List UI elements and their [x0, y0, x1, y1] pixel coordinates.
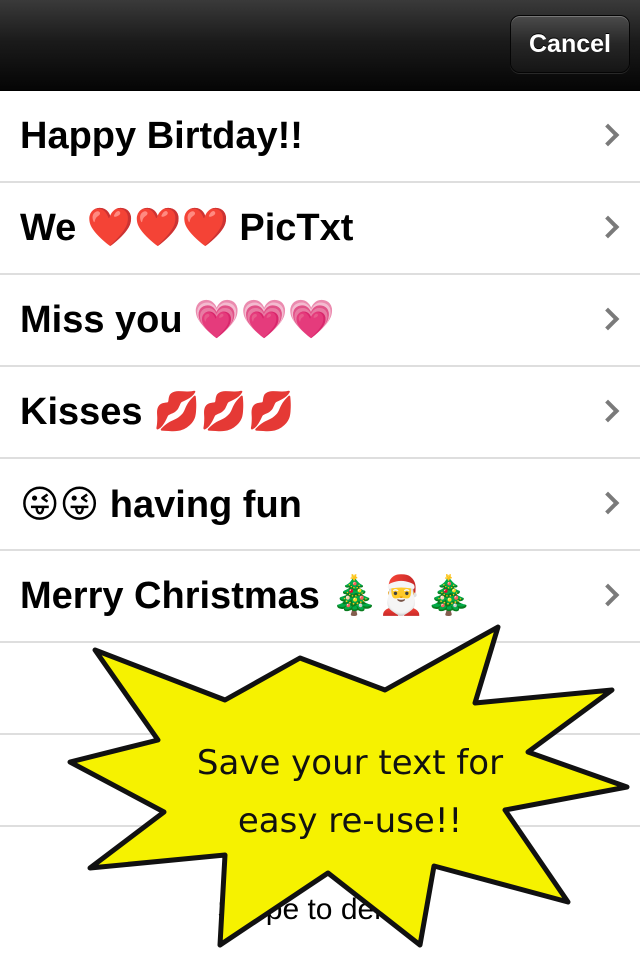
- list-item-label: Happy Birtday!!: [20, 114, 303, 157]
- list-item-label: Miss you 💗💗💗: [20, 299, 336, 341]
- list-item[interactable]: 😜😜 having fun: [0, 459, 640, 551]
- chevron-right-icon: [596, 215, 620, 239]
- callout-line: Save your text for: [196, 743, 504, 783]
- navigation-bar: Cancel: [0, 0, 640, 91]
- list-item-label: 😜😜 having fun: [20, 483, 302, 526]
- list-item-label: Merry Christmas 🎄🎅🎄: [20, 575, 473, 617]
- list-item[interactable]: Kisses 💋💋💋: [0, 367, 640, 459]
- chevron-right-icon: [596, 491, 620, 515]
- chevron-right-icon: [596, 583, 620, 607]
- callout-line: easy re-use!!: [237, 801, 463, 841]
- list-item-label: We ❤️❤️❤️ PicTxt: [20, 207, 354, 249]
- chevron-right-icon: [596, 123, 620, 147]
- cancel-button[interactable]: Cancel: [510, 15, 630, 73]
- chevron-right-icon: [596, 399, 620, 423]
- chevron-right-icon: [596, 307, 620, 331]
- callout-text: Save your text for easy re-use!!: [160, 734, 540, 850]
- list-item[interactable]: Merry Christmas 🎄🎅🎄: [0, 551, 640, 643]
- list-item-label: Kisses 💋💋💋: [20, 391, 296, 433]
- empty-list-row: [0, 643, 640, 735]
- list-item[interactable]: We ❤️❤️❤️ PicTxt: [0, 183, 640, 275]
- saved-text-list: Happy Birtday!! We ❤️❤️❤️ PicTxt Miss yo…: [0, 91, 640, 827]
- swipe-hint: Swipe to delete: [217, 893, 423, 926]
- list-item[interactable]: Happy Birtday!!: [0, 91, 640, 183]
- list-item[interactable]: Miss you 💗💗💗: [0, 275, 640, 367]
